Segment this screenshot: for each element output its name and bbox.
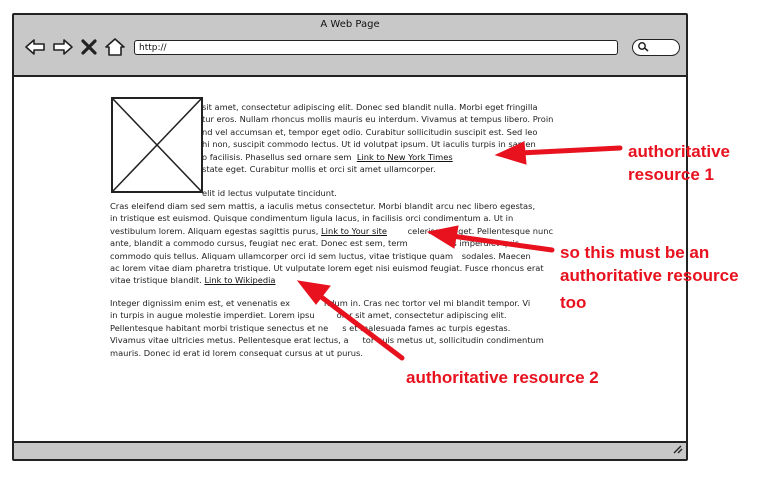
annotation-resource-1: authoritative resource 1 [628,140,730,186]
annotation-line: authoritative [628,142,731,161]
arrow-to-your-site-link [426,225,555,253]
annotation-line: resource 1 [628,165,714,184]
annotation-arrows [296,141,623,361]
annotation-line: so this must be an [560,243,710,262]
annotation-resource-2: authoritative resource 2 [406,368,599,387]
arrow-to-nyt-link [494,141,623,165]
annotation-line: too [560,293,587,312]
annotation-your-site: so this must be an authoritative resourc… [560,241,739,314]
arrow-to-wikipedia-link [296,280,405,361]
annotation-line: authoritative resource [560,266,739,285]
